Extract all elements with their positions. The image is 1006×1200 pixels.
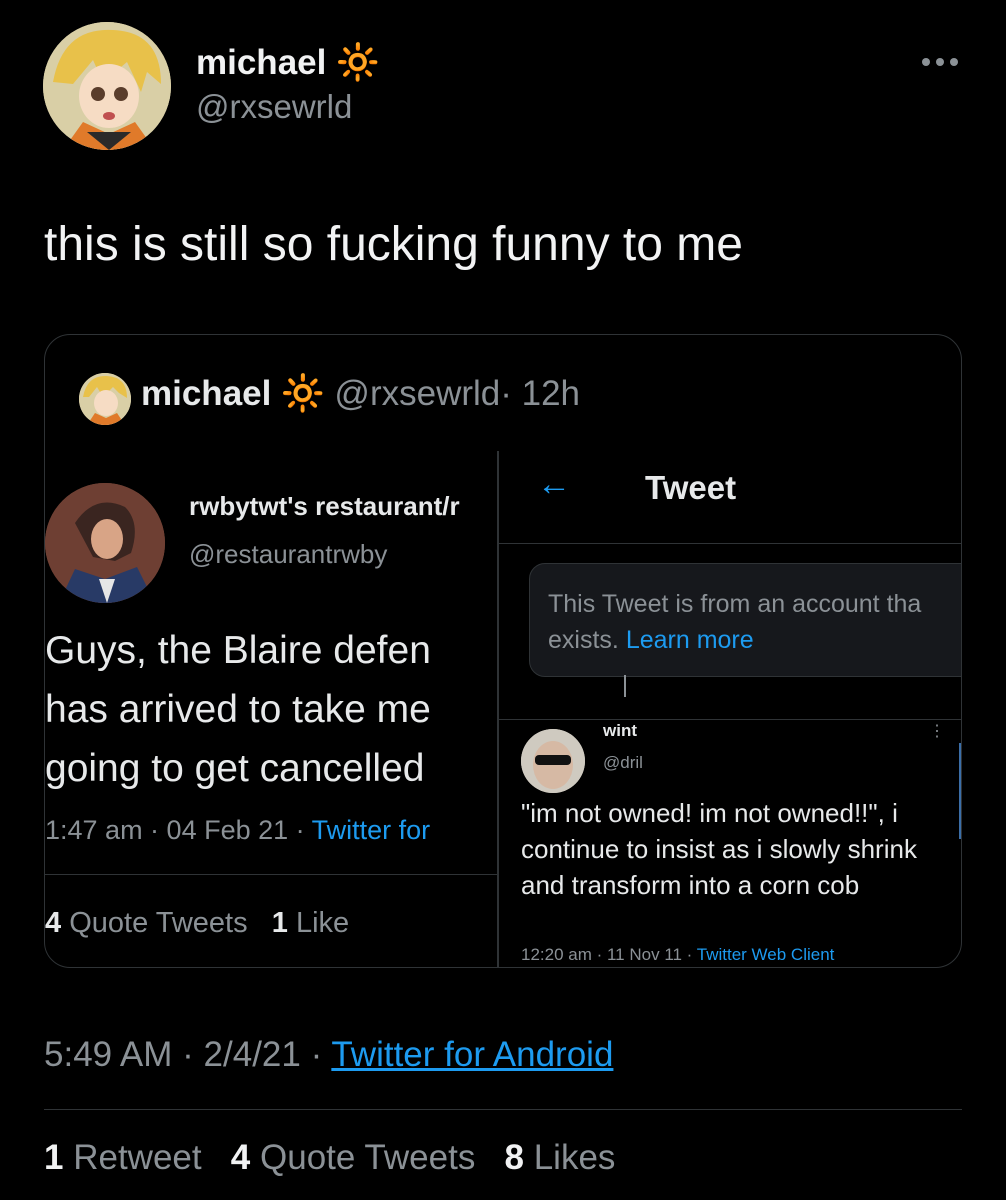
restaurant-tweet-time: 1:47 am · 04 Feb 21 · Twitter for <box>45 815 431 845</box>
right-screenshot: ← Tweet This Tweet is from an account th… <box>499 451 961 967</box>
more-icon[interactable] <box>920 50 960 74</box>
tweet-text: this is still so fucking funny to me <box>44 218 743 271</box>
quoted-tweet-card[interactable]: michael 🔆 @rxsewrld· 12h rwbytwt's resta… <box>44 334 962 968</box>
wint-avatar <box>521 729 585 793</box>
divider <box>499 719 961 720</box>
tweet-page-title: Tweet <box>645 469 737 506</box>
retweets-stat[interactable]: 1 Retweet <box>44 1138 202 1177</box>
divider <box>44 1109 962 1110</box>
author-avatar[interactable] <box>43 22 171 150</box>
scroll-indicator <box>959 743 961 839</box>
tweet-source-link[interactable]: Twitter for Android <box>331 1035 613 1074</box>
restaurant-stats: 4 Quote Tweets 1 Like <box>45 907 350 939</box>
quoted-age: · 12h <box>500 374 581 413</box>
quoted-header: michael 🔆 @rxsewrld· 12h <box>141 373 580 414</box>
restaurant-handle: @restaurantrwby <box>189 539 388 569</box>
wint-tweet-text: "im not owned! im not owned!!", i contin… <box>521 798 917 900</box>
tweet-time: 5:49 AM <box>44 1035 173 1074</box>
tweet-stats: 1 Retweet 4 Quote Tweets 8 Likes <box>44 1138 615 1178</box>
sun-emoji-icon: 🔆 <box>281 374 325 413</box>
unavailable-notice: This Tweet is from an account tha exists… <box>529 563 961 677</box>
left-screenshot: rwbytwt's restaurant/r @restaurantrwby G… <box>45 451 497 967</box>
divider <box>45 874 497 875</box>
sun-emoji-icon: 🔆 <box>336 43 380 82</box>
wint-name: wint <box>603 721 637 740</box>
back-arrow-icon: ← <box>537 465 571 503</box>
wint-more-icon: ⋮ <box>929 723 945 740</box>
restaurant-avatar <box>45 483 165 603</box>
divider <box>499 543 961 544</box>
quoted-author-name: michael <box>141 374 272 413</box>
wint-handle: @dril <box>603 753 643 772</box>
author-name[interactable]: michael 🔆 <box>196 42 380 83</box>
tweet-date: 2/4/21 <box>203 1035 301 1074</box>
quoted-author-handle: @rxsewrld <box>334 374 501 413</box>
thread-line <box>624 675 626 697</box>
author-handle[interactable]: @rxsewrld <box>196 88 352 126</box>
likes-stat[interactable]: 8 Likes <box>505 1138 616 1177</box>
restaurant-tweet-text: Guys, the Blaire defen has arrived to ta… <box>45 629 431 790</box>
restaurant-name: rwbytwt's restaurant/r <box>189 491 460 521</box>
quoted-author-avatar <box>79 373 131 425</box>
learn-more-link: Learn more <box>625 626 754 654</box>
tweet-meta: 5:49 AM · 2/4/21 · Twitter for Android <box>44 1035 614 1074</box>
quotes-stat[interactable]: 4 Quote Tweets <box>231 1138 476 1177</box>
wint-tweet-time: 12:20 am · 11 Nov 11 · Twitter Web Clien… <box>521 945 835 964</box>
